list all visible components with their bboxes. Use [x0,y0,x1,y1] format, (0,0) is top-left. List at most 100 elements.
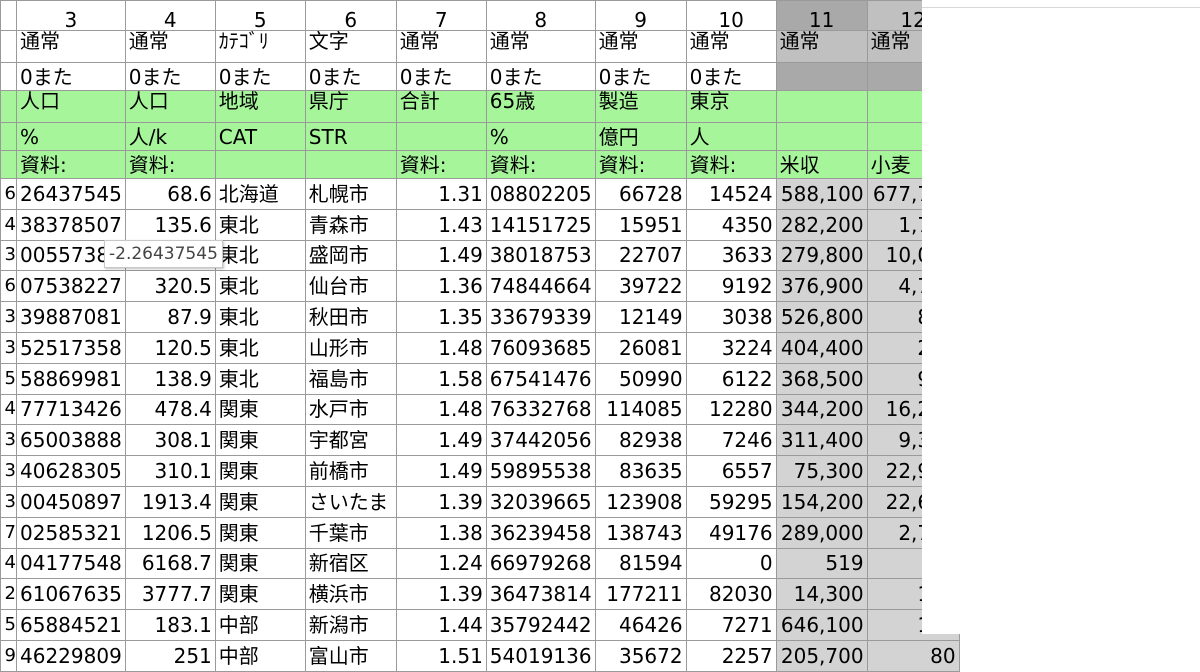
header-unit-cell[interactable]: CAT [214,122,306,151]
row-stub[interactable]: 3 [0,455,17,487]
data-cell[interactable]: 75,300 [775,455,868,487]
row-stub[interactable] [0,0,17,31]
row-stub[interactable]: 3 [0,331,17,364]
data-cell[interactable]: 15951 [594,208,687,241]
data-cell[interactable]: 14,300 [775,578,868,611]
data-cell[interactable]: 37442056 [485,424,596,457]
row-stub[interactable]: 3 [0,301,17,333]
data-cell[interactable]: 1.39 [395,578,487,611]
header-name-cell[interactable]: 人口 [124,90,216,123]
data-cell[interactable]: 3038 [685,301,777,333]
data-cell[interactable]: 7271 [685,609,777,641]
data-cell[interactable]: 宇都宮 [304,424,397,457]
header-type-cell[interactable]: 通常 [594,30,687,63]
data-cell[interactable]: 1.49 [395,239,487,272]
data-cell[interactable]: 4350 [685,208,777,241]
data-cell[interactable]: 205,700 [775,639,868,672]
data-cell[interactable]: 北海道 [214,178,306,210]
data-cell[interactable]: 0 [685,547,777,580]
row-stub[interactable]: 4 [0,208,17,241]
data-cell[interactable]: 中部 [214,609,306,641]
data-cell[interactable]: 関東 [214,424,306,457]
data-cell[interactable]: 04177548 [16,547,126,580]
row-stub[interactable]: 6 [0,178,17,210]
header-unit-cell[interactable]: 億円 [594,122,687,151]
data-cell[interactable]: 35792442 [485,609,596,641]
data-cell[interactable]: 40628305 [16,455,126,487]
header-name-cell[interactable]: 合計 [395,90,487,123]
data-cell[interactable]: 1.36 [395,270,487,303]
data-cell[interactable]: 282,200 [775,208,868,241]
header-type-cell[interactable]: 通常 [124,30,216,63]
row-stub[interactable]: 9 [0,639,17,672]
header-num-cell[interactable]: 9 [594,0,687,31]
header-type-cell[interactable]: 文字 [304,30,397,63]
data-cell[interactable]: 646,100 [775,609,868,641]
data-cell[interactable]: 38378507 [16,208,126,241]
row-stub[interactable]: 4 [0,547,17,580]
row-stub[interactable]: 6 [0,270,17,303]
data-cell[interactable]: 1.43 [395,208,487,241]
data-cell[interactable]: 12280 [685,393,777,426]
header-num-cell[interactable]: 10 [685,0,777,31]
data-cell[interactable]: 1.48 [395,331,487,364]
data-cell[interactable]: 1.58 [395,362,487,395]
data-cell[interactable]: 1.48 [395,393,487,426]
data-cell[interactable]: 札幌市 [304,178,397,210]
data-cell[interactable]: 1.39 [395,485,487,518]
header-name-cell[interactable]: 65歳 [485,90,596,123]
data-cell[interactable]: 関東 [214,547,306,580]
row-stub[interactable] [0,90,17,123]
row-stub[interactable] [0,122,17,151]
header-type-cell[interactable]: 通常 [775,30,868,63]
data-cell[interactable]: 山形市 [304,331,397,364]
data-cell[interactable]: 65884521 [16,609,126,641]
data-cell[interactable]: 59895538 [485,455,596,487]
data-cell[interactable]: 1.35 [395,301,487,333]
header-type-cell[interactable]: 通常 [685,30,777,63]
data-cell[interactable]: 青森市 [304,208,397,241]
data-cell[interactable]: 46426 [594,609,687,641]
data-cell[interactable]: 478.4 [124,393,216,426]
header-name-cell[interactable]: 県庁 [304,90,397,123]
data-cell[interactable]: 138743 [594,516,687,549]
data-cell[interactable]: 関東 [214,393,306,426]
data-cell[interactable]: 前橋市 [304,455,397,487]
data-cell[interactable]: 中部 [214,639,306,672]
data-cell[interactable]: 120.5 [124,331,216,364]
data-cell[interactable]: 76093685 [485,331,596,364]
data-cell[interactable]: 3633 [685,239,777,272]
data-cell[interactable]: 盛岡市 [304,239,397,272]
row-stub[interactable]: 3 [0,239,17,272]
header-sub-cell[interactable]: 0また [594,62,687,91]
data-cell[interactable]: 87.9 [124,301,216,333]
data-cell[interactable]: 61067635 [16,578,126,611]
data-cell[interactable]: 59295 [685,485,777,518]
data-cell[interactable]: 6557 [685,455,777,487]
data-cell[interactable]: 東北 [214,331,306,364]
row-stub[interactable]: 3 [0,424,17,457]
header-num-cell[interactable]: 11 [775,0,868,31]
data-cell[interactable]: 07538227 [16,270,126,303]
header-unit-cell[interactable]: % [16,122,126,151]
data-cell[interactable]: 39887081 [16,301,126,333]
row-stub[interactable] [0,150,17,179]
header-unit-cell[interactable]: 人/k [124,122,216,151]
data-cell[interactable]: 2257 [685,639,777,672]
data-cell[interactable]: 7246 [685,424,777,457]
header-source-cell[interactable]: 資料: [395,150,487,179]
header-name-cell[interactable]: 地域 [214,90,306,123]
header-num-cell[interactable]: 4 [124,0,216,31]
row-stub[interactable] [0,30,17,63]
header-source-cell[interactable]: 米収 [775,150,868,179]
data-cell[interactable]: 新宿区 [304,547,397,580]
data-cell[interactable]: 36473814 [485,578,596,611]
data-cell[interactable]: 22707 [594,239,687,272]
header-source-cell[interactable]: 資料: [124,150,216,179]
header-sub-cell[interactable]: 0また [395,62,487,91]
header-num-cell[interactable]: 7 [395,0,487,31]
data-cell[interactable]: 東北 [214,208,306,241]
header-sub-cell[interactable] [775,62,868,91]
data-cell[interactable]: 65003888 [16,424,126,457]
data-cell[interactable]: 6122 [685,362,777,395]
